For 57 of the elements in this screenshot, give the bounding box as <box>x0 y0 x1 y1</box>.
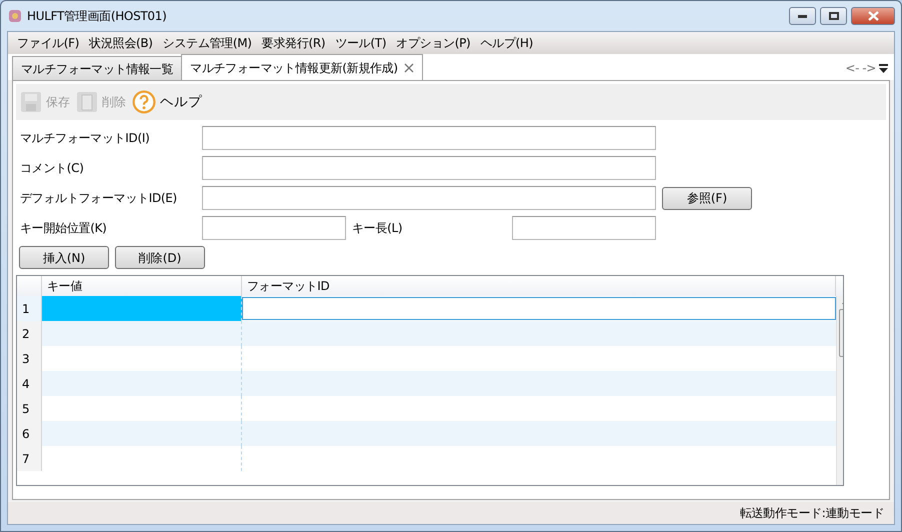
input-field[interactable] <box>512 216 656 240</box>
table-cell[interactable] <box>42 296 242 321</box>
cell-editor[interactable] <box>242 297 836 320</box>
field-label: デフォルトフォーマットID(E) <box>20 190 178 207</box>
input-field[interactable] <box>202 126 656 150</box>
maximize-button[interactable] <box>820 7 847 25</box>
row-number: 7 <box>17 446 42 471</box>
table-cell[interactable] <box>242 321 836 346</box>
field-label: キー開始位置(K) <box>20 220 108 237</box>
input-field[interactable] <box>202 216 346 240</box>
close-icon[interactable] <box>404 62 414 72</box>
input-field[interactable] <box>202 156 656 180</box>
menu-item[interactable]: 要求発行(R) <box>256 34 330 52</box>
maximize-icon <box>828 12 838 20</box>
row-number: 1 <box>17 296 42 321</box>
toolbar-button[interactable]: ヘルプ <box>132 90 202 114</box>
table-cell[interactable] <box>242 421 836 446</box>
tab[interactable]: マルチフォーマット情報一覧 <box>12 56 182 80</box>
table-cell[interactable] <box>42 371 242 396</box>
close-button[interactable] <box>851 7 895 25</box>
column-header: フォーマットID <box>242 276 836 296</box>
minimize-icon <box>798 14 807 18</box>
input-field[interactable] <box>202 186 656 210</box>
menu-item[interactable]: ヘルプ(H) <box>475 34 538 52</box>
row-number: 3 <box>17 346 42 371</box>
row-number: 6 <box>17 421 42 446</box>
dropdown-icon[interactable] <box>879 64 888 72</box>
browse-button[interactable]: 参照(F) <box>662 186 752 210</box>
field-label: マルチフォーマットID(I) <box>20 130 150 147</box>
app-icon <box>7 8 23 24</box>
row-number: 2 <box>17 321 42 346</box>
close-icon <box>868 11 878 21</box>
column-header: キー値 <box>42 276 242 296</box>
minimize-button[interactable] <box>789 7 816 25</box>
tab[interactable]: マルチフォーマット情報更新(新規作成) <box>181 54 423 80</box>
field-label: コメント(C) <box>20 160 85 177</box>
status-text: 転送動作モード:連動モード <box>740 505 884 522</box>
action-button[interactable]: 挿入(N) <box>19 246 109 269</box>
header-cell <box>17 276 42 296</box>
row-number: 4 <box>17 371 42 396</box>
table-cell[interactable] <box>42 321 242 346</box>
help-icon <box>132 90 156 114</box>
menu-item[interactable]: オプション(P) <box>391 34 476 52</box>
field-label: キー長(L) <box>351 220 404 237</box>
menu-item[interactable]: システム管理(M) <box>158 34 257 52</box>
menu-item[interactable]: 状況照会(B) <box>84 34 158 52</box>
table-cell[interactable] <box>42 421 242 446</box>
next-tab-button[interactable]: -> <box>862 59 876 77</box>
row-number: 5 <box>17 396 42 421</box>
save-icon <box>20 91 42 113</box>
menu-item[interactable]: ファイル(F) <box>12 34 84 52</box>
trash-icon <box>76 91 98 113</box>
menu-item[interactable]: ツール(T) <box>330 34 392 52</box>
previous-tab-button[interactable]: <- <box>845 59 860 77</box>
action-button[interactable]: 削除(D) <box>115 246 205 269</box>
table-cell[interactable] <box>242 371 836 396</box>
window-title: HULFT管理画面(HOST01) <box>27 8 168 25</box>
